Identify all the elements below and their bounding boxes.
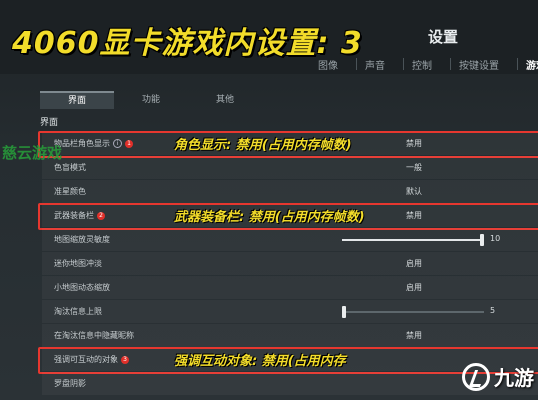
setting-value[interactable]: 启用 xyxy=(406,282,422,293)
annotation-text: 角色显示: 禁用(占用内存帧数) xyxy=(174,138,352,153)
brand-logo: 九游 xyxy=(462,362,534,391)
setting-label: 迷你地图冲淡 xyxy=(54,259,102,268)
setting-value[interactable]: 默认 xyxy=(406,186,422,197)
settings-list: 物品栏角色显示 i 1 角色显示: 禁用(占用内存帧数) 禁用 色盲模式 一般 准星… xyxy=(38,131,538,396)
map-zoom-slider[interactable] xyxy=(342,234,484,246)
tab-divider xyxy=(450,58,451,70)
setting-label: 武器装备栏 2 xyxy=(54,210,105,221)
setting-row[interactable]: 淘汰信息上限 5 xyxy=(42,300,538,323)
watermark-text: 慈云游戏 xyxy=(2,144,63,162)
setting-value[interactable]: 启用 xyxy=(406,258,422,269)
setting-label: 准星颜色 xyxy=(54,187,86,196)
setting-row[interactable]: 小地图动态缩放 启用 xyxy=(42,276,538,299)
subtab-function[interactable]: 功能 xyxy=(114,91,188,109)
setting-label: 小地图动态缩放 xyxy=(54,283,110,292)
tab-image[interactable]: 图像 xyxy=(318,57,338,73)
tab-sound[interactable]: 声音 xyxy=(365,57,385,73)
tab-divider xyxy=(356,58,357,70)
subtab-other[interactable]: 其他 xyxy=(188,91,262,109)
setting-label: 罗盘阴影 xyxy=(54,379,86,388)
setting-label: 地图缩放灵敏度 xyxy=(54,235,110,244)
slider-thumb[interactable] xyxy=(480,234,484,246)
setting-value[interactable]: 一般 xyxy=(406,162,422,173)
tab-divider xyxy=(403,58,404,70)
tab-divider xyxy=(517,58,518,70)
slider-fill xyxy=(342,239,480,241)
slider-thumb[interactable] xyxy=(342,306,346,318)
setting-value[interactable]: 禁用 xyxy=(406,210,422,221)
setting-row[interactable]: 物品栏角色显示 i 1 角色显示: 禁用(占用内存帧数) 禁用 xyxy=(38,131,538,158)
setting-row[interactable]: 在淘汰信息中隐藏昵称 禁用 xyxy=(42,324,538,347)
setting-row[interactable]: 地图缩放灵敏度 10 xyxy=(42,228,538,251)
nine-game-logo-icon xyxy=(462,362,490,391)
setting-label: 物品栏角色显示 i 1 xyxy=(54,138,133,149)
setting-row[interactable]: 准星颜色 默认 xyxy=(42,180,538,203)
subtab-interface[interactable]: 界面 xyxy=(40,91,114,109)
setting-label: 淘汰信息上限 xyxy=(54,307,102,316)
setting-label: 在淘汰信息中隐藏昵称 xyxy=(54,331,134,340)
settings-title: 设置 xyxy=(428,28,459,46)
slider-value: 5 xyxy=(490,306,496,315)
number-badge: 2 xyxy=(97,211,105,220)
top-tabs: 图像 声音 控制 按键设置 游戏 xyxy=(318,57,538,73)
info-icon[interactable]: i xyxy=(113,139,122,148)
annotation-text: 强调互动对象: 禁用(占用内存 xyxy=(174,354,346,369)
number-badge: 1 xyxy=(125,139,133,148)
overlay-title: 4060显卡游戏内设置: 3 xyxy=(12,26,363,61)
section-label: 界面 xyxy=(40,118,59,128)
tab-keybind[interactable]: 按键设置 xyxy=(459,57,499,73)
kill-feed-slider[interactable] xyxy=(342,306,484,318)
annotation-text: 武器装备栏: 禁用(占用内存帧数) xyxy=(174,210,365,225)
setting-value[interactable]: 禁用 xyxy=(406,138,422,149)
setting-row[interactable]: 色盲模式 一般 xyxy=(42,156,538,179)
sub-tabs: 界面 功能 其他 xyxy=(40,91,262,111)
setting-label: 强调可互动的对象 3 xyxy=(54,354,129,365)
setting-row[interactable]: 迷你地图冲淡 启用 xyxy=(42,252,538,275)
logo-text: 九游 xyxy=(494,366,534,390)
tab-game[interactable]: 游戏 xyxy=(526,57,538,73)
tab-control[interactable]: 控制 xyxy=(412,57,432,73)
number-badge: 3 xyxy=(121,355,129,364)
setting-label: 色盲模式 xyxy=(54,163,86,172)
setting-value[interactable]: 禁用 xyxy=(406,330,422,341)
slider-value: 10 xyxy=(490,234,501,243)
game-settings-screen: 4060显卡游戏内设置: 3 设置 图像 声音 控制 按键设置 游戏 界面 功能… xyxy=(0,0,538,400)
setting-row[interactable]: 武器装备栏 2 武器装备栏: 禁用(占用内存帧数) 禁用 xyxy=(38,203,538,230)
